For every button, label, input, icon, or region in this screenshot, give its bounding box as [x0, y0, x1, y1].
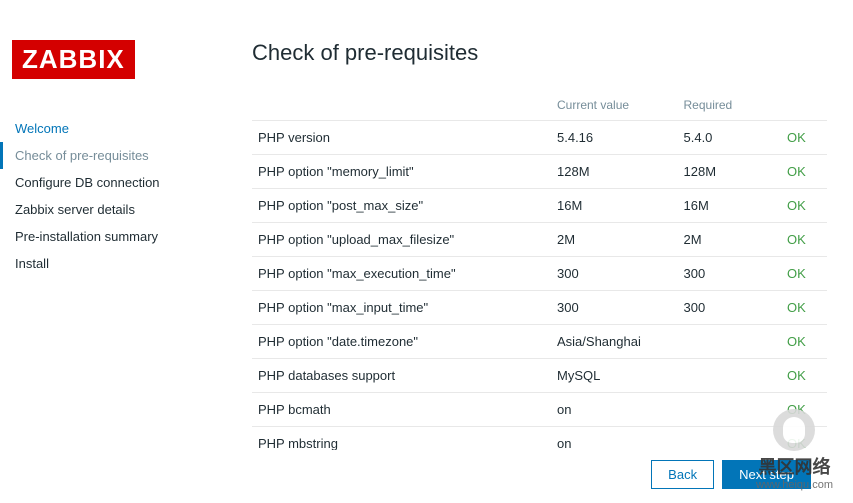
table-row: PHP option "memory_limit"128M128MOK — [252, 155, 827, 189]
step-nav: WelcomeCheck of pre-requisitesConfigure … — [12, 115, 232, 277]
cell-required: 2M — [678, 223, 782, 257]
sidebar-item-step-5[interactable]: Install — [0, 250, 232, 277]
logo: ZABBIX — [12, 40, 135, 79]
cell-required: 300 — [678, 291, 782, 325]
cell-required: 16M — [678, 189, 782, 223]
sidebar-item-step-1[interactable]: Check of pre-requisites — [0, 142, 232, 169]
table-row: PHP version5.4.165.4.0OK — [252, 121, 827, 155]
cell-status: OK — [781, 223, 827, 257]
cell-name: PHP mbstring — [252, 427, 551, 451]
cell-current: 300 — [551, 291, 678, 325]
sidebar: ZABBIX WelcomeCheck of pre-requisitesCon… — [12, 40, 232, 503]
cell-current: 5.4.16 — [551, 121, 678, 155]
cell-required — [678, 393, 782, 427]
requisites-tbody: PHP version5.4.165.4.0OKPHP option "memo… — [252, 121, 827, 451]
cell-name: PHP option "date.timezone" — [252, 325, 551, 359]
cell-current: Asia/Shanghai — [551, 325, 678, 359]
cell-required — [678, 427, 782, 451]
cell-current: 300 — [551, 257, 678, 291]
col-header-required: Required — [678, 90, 782, 121]
cell-current: 2M — [551, 223, 678, 257]
back-button[interactable]: Back — [651, 460, 714, 489]
sidebar-item-step-3[interactable]: Zabbix server details — [0, 196, 232, 223]
table-row: PHP databases supportMySQL OK — [252, 359, 827, 393]
cell-name: PHP option "memory_limit" — [252, 155, 551, 189]
cell-current: on — [551, 427, 678, 451]
cell-required — [678, 325, 782, 359]
cell-required: 5.4.0 — [678, 121, 782, 155]
cell-name: PHP option "post_max_size" — [252, 189, 551, 223]
cell-required: 128M — [678, 155, 782, 189]
requisites-scroll[interactable]: Current value Required PHP version5.4.16… — [252, 90, 841, 450]
cell-status: OK — [781, 427, 827, 451]
cell-status: OK — [781, 359, 827, 393]
table-row: PHP option "date.timezone"Asia/Shanghai O… — [252, 325, 827, 359]
table-row: PHP option "max_execution_time"300300OK — [252, 257, 827, 291]
table-row: PHP option "upload_max_filesize"2M2MOK — [252, 223, 827, 257]
cell-current: MySQL — [551, 359, 678, 393]
cell-name: PHP option "max_input_time" — [252, 291, 551, 325]
cell-required: 300 — [678, 257, 782, 291]
cell-status: OK — [781, 291, 827, 325]
sidebar-item-step-2[interactable]: Configure DB connection — [0, 169, 232, 196]
requisites-table: Current value Required PHP version5.4.16… — [252, 90, 827, 450]
sidebar-item-step-0[interactable]: Welcome — [0, 115, 232, 142]
cell-name: PHP option "max_execution_time" — [252, 257, 551, 291]
cell-current: on — [551, 393, 678, 427]
next-step-button[interactable]: Next step — [722, 460, 811, 489]
cell-status: OK — [781, 325, 827, 359]
wizard-buttons: Back Next step — [651, 460, 811, 489]
cell-name: PHP version — [252, 121, 551, 155]
cell-current: 128M — [551, 155, 678, 189]
col-header-name — [252, 90, 551, 121]
cell-name: PHP databases support — [252, 359, 551, 393]
col-header-status — [781, 90, 827, 121]
col-header-current: Current value — [551, 90, 678, 121]
cell-status: OK — [781, 121, 827, 155]
page-title: Check of pre-requisites — [252, 40, 841, 66]
table-row: PHP option "max_input_time"300300OK — [252, 291, 827, 325]
table-row: PHP mbstringon OK — [252, 427, 827, 451]
cell-status: OK — [781, 155, 827, 189]
table-row: PHP bcmathon OK — [252, 393, 827, 427]
main-content: Check of pre-requisites Current value Re… — [232, 40, 841, 503]
cell-name: PHP bcmath — [252, 393, 551, 427]
table-row: PHP option "post_max_size"16M16MOK — [252, 189, 827, 223]
cell-status: OK — [781, 257, 827, 291]
cell-current: 16M — [551, 189, 678, 223]
cell-status: OK — [781, 189, 827, 223]
cell-status: OK — [781, 393, 827, 427]
sidebar-item-step-4[interactable]: Pre-installation summary — [0, 223, 232, 250]
cell-required — [678, 359, 782, 393]
cell-name: PHP option "upload_max_filesize" — [252, 223, 551, 257]
